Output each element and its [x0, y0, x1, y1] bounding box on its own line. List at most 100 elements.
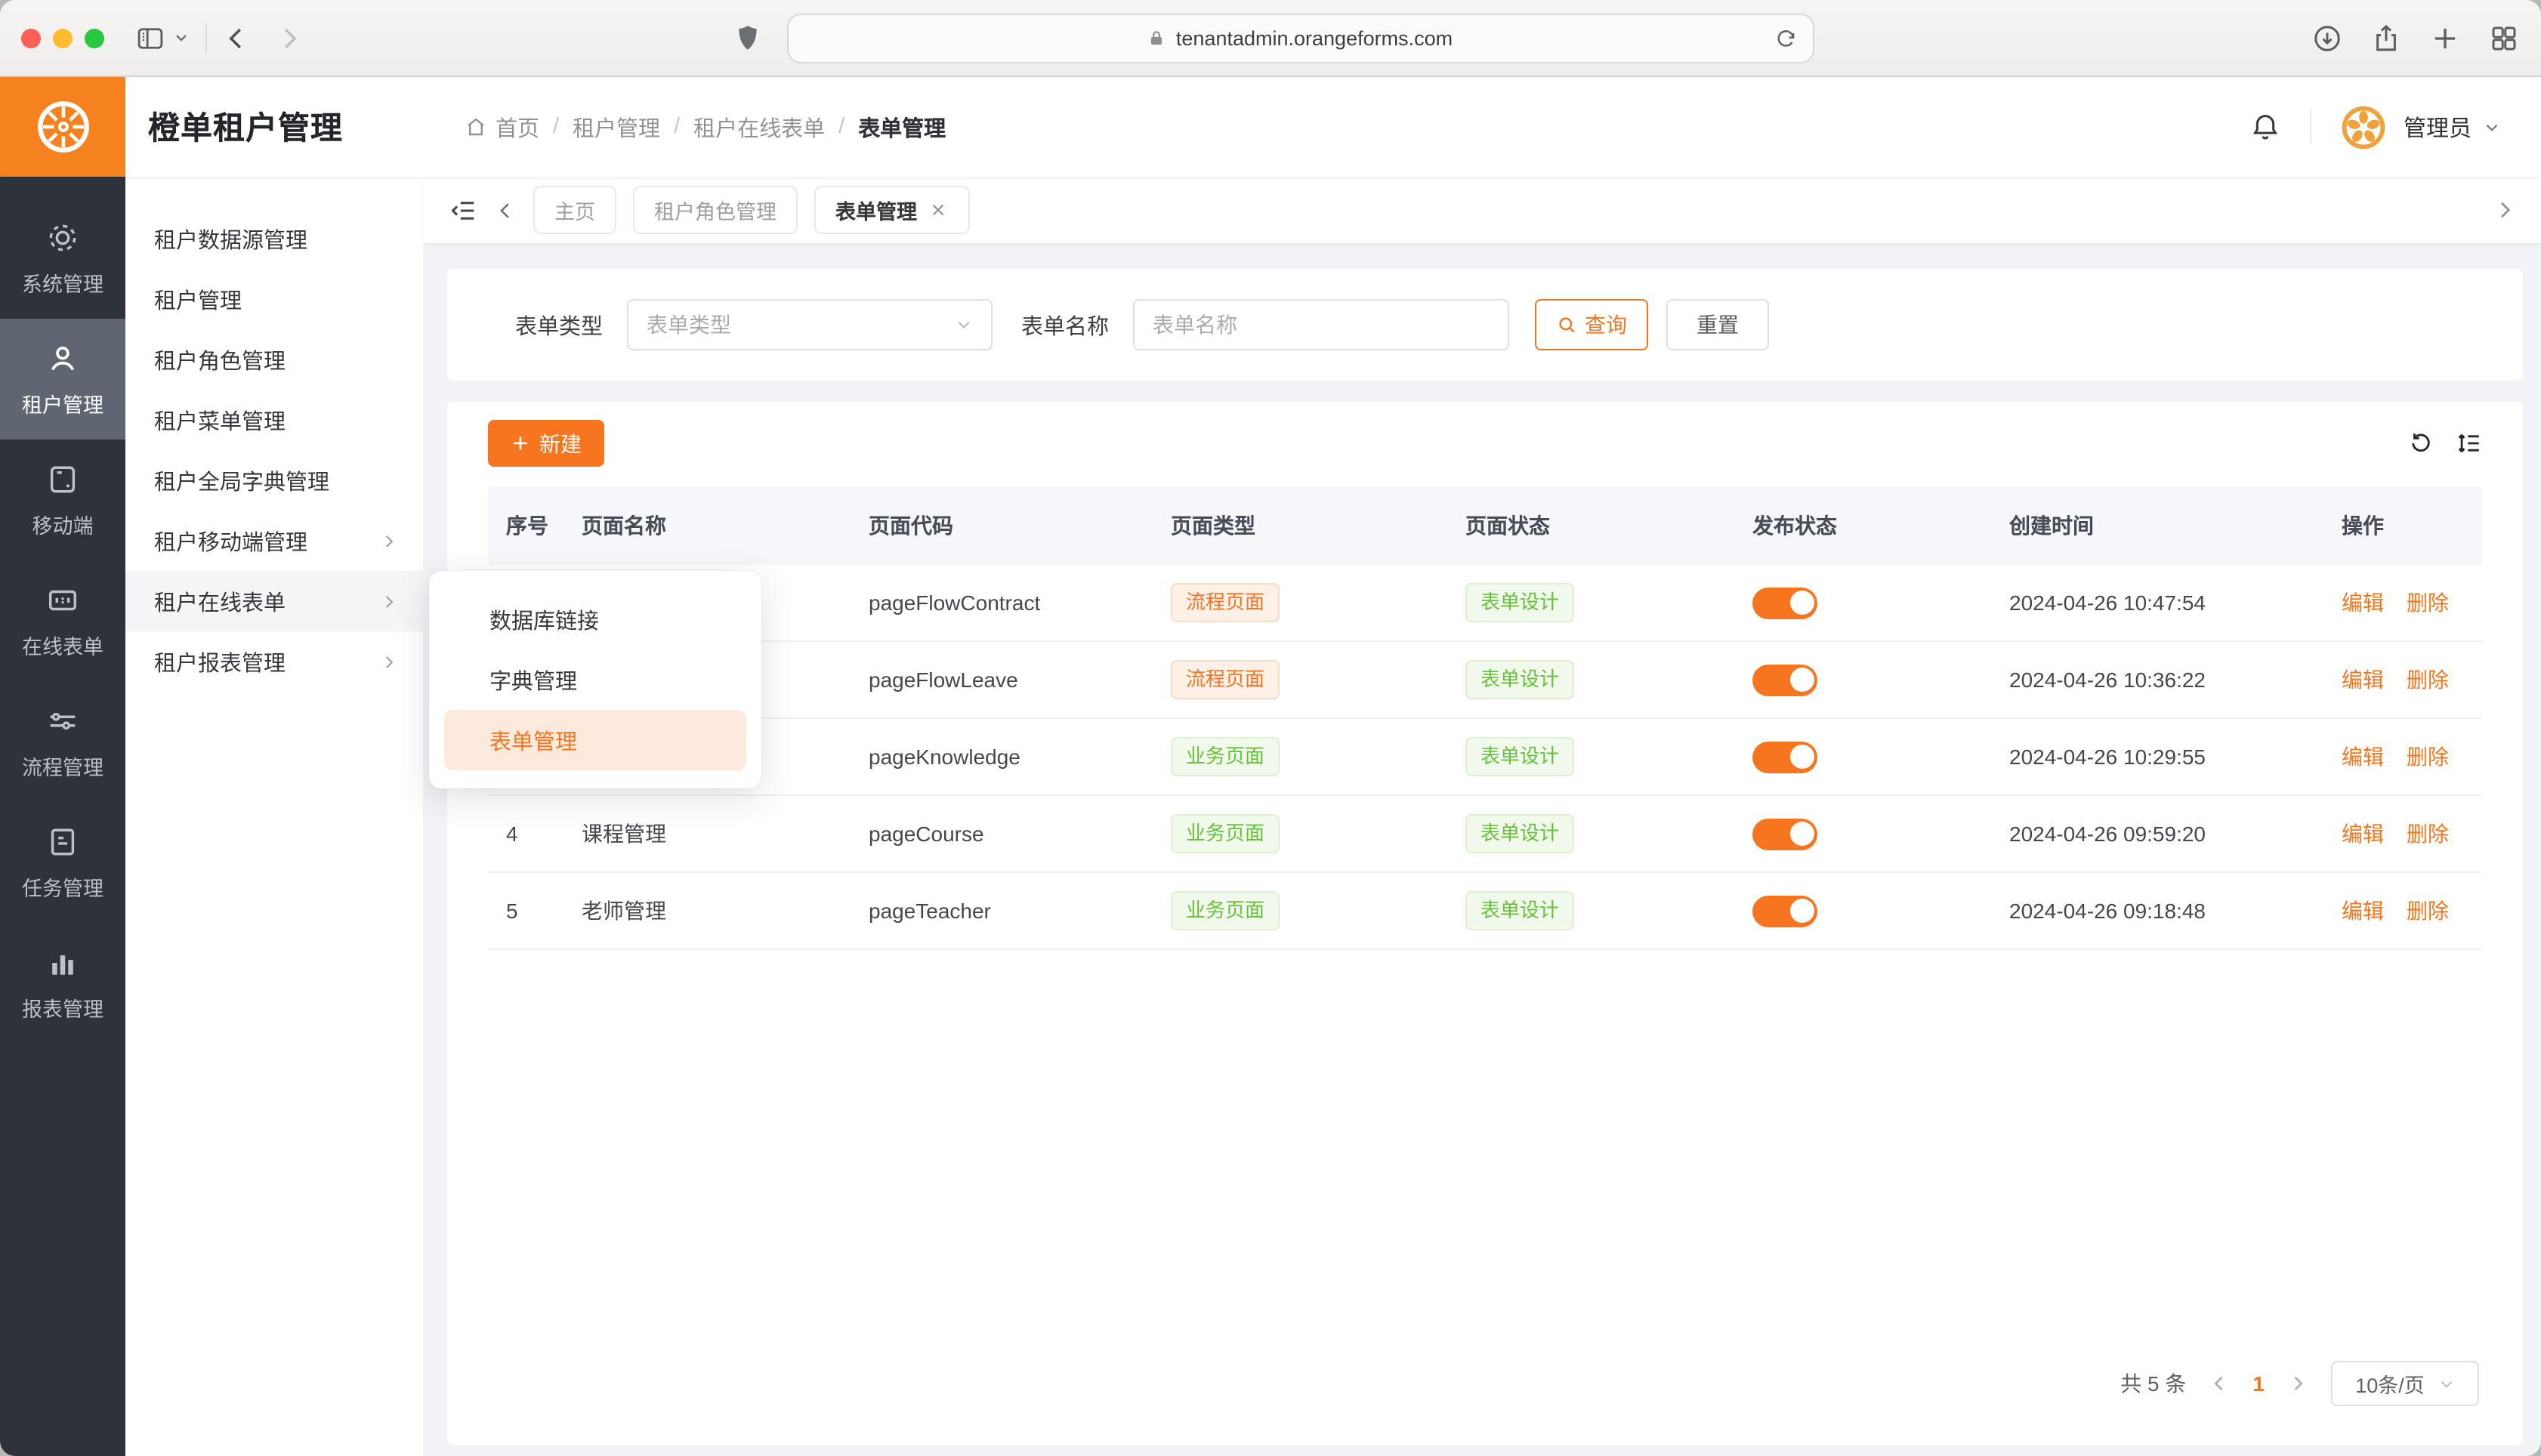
close-window-button[interactable] — [21, 28, 41, 48]
breadcrumb-item[interactable]: 租户管理 — [573, 111, 660, 143]
tabs-scroll-left-icon[interactable] — [494, 199, 517, 221]
user-name[interactable]: 管理员 — [2404, 111, 2472, 143]
search-button[interactable]: 查询 — [1535, 299, 1648, 350]
breadcrumb-item[interactable]: 租户在线表单 — [693, 111, 825, 143]
tabs-scroll-right-icon[interactable] — [2493, 198, 2517, 222]
forward-button[interactable] — [275, 23, 304, 52]
column-header: 页面代码 — [851, 486, 1153, 565]
browser-window: tenantadmin.orangeforms.com — [0, 0, 2541, 1456]
tab-overview-icon[interactable] — [2488, 22, 2520, 54]
rail-item-sliders[interactable]: 流程管理 — [0, 681, 125, 802]
tab[interactable]: 租户角色管理 — [633, 186, 798, 234]
edit-link[interactable]: 编辑 — [2342, 745, 2384, 769]
user-menu-chevron-icon[interactable] — [2482, 117, 2502, 137]
page-status-tag: 表单设计 — [1465, 891, 1574, 930]
table-row: pageFlowContract 流程页面 表单设计 2024-04-26 10… — [488, 565, 2482, 641]
column-header: 页面状态 — [1447, 486, 1734, 565]
edit-link[interactable]: 编辑 — [2342, 899, 2384, 923]
breadcrumb-item[interactable]: 首页 — [464, 111, 539, 143]
publish-toggle[interactable] — [1752, 664, 1817, 696]
rail-item-tasks[interactable]: 任务管理 — [0, 802, 125, 923]
delete-link[interactable]: 删除 — [2407, 822, 2449, 846]
cell-page-name: 老师管理 — [563, 872, 851, 949]
notifications-bell-icon[interactable] — [2249, 110, 2281, 143]
publish-toggle[interactable] — [1752, 818, 1817, 850]
tab[interactable]: 表单管理 — [814, 186, 970, 234]
downloads-icon[interactable] — [2311, 22, 2343, 54]
sidebar-item[interactable]: 租户报表管理 — [125, 631, 423, 692]
publish-toggle[interactable] — [1752, 895, 1817, 927]
plus-icon — [511, 433, 530, 453]
prev-page-icon[interactable] — [2209, 1373, 2230, 1394]
rail-item-onlineform[interactable]: 在线表单 — [0, 560, 125, 681]
flyout-item[interactable]: 表单管理 — [444, 710, 746, 770]
refresh-icon[interactable] — [2408, 430, 2434, 456]
delete-link[interactable]: 删除 — [2407, 591, 2449, 615]
tabs: 主页租户角色管理表单管理 — [533, 186, 970, 234]
sidebar-item[interactable]: 租户全局字典管理 — [125, 450, 423, 511]
main-content: 主页租户角色管理表单管理 表单类型 表单类型 表单名称 — [423, 177, 2541, 1456]
submenu-flyout: 数据库链接字典管理表单管理 — [429, 571, 761, 788]
current-page[interactable]: 1 — [2252, 1371, 2265, 1396]
collapse-menu-icon[interactable] — [449, 196, 477, 224]
page-body: 表单类型 表单类型 表单名称 查询 — [423, 245, 2541, 1456]
tab[interactable]: 主页 — [533, 186, 616, 234]
flyout-item[interactable]: 数据库链接 — [429, 589, 761, 649]
form-name-input[interactable] — [1133, 299, 1509, 350]
sidebar-item[interactable]: 租户角色管理 — [125, 329, 423, 390]
breadcrumb-separator: / — [838, 115, 844, 139]
publish-toggle[interactable] — [1752, 741, 1817, 773]
breadcrumb-item[interactable]: 表单管理 — [858, 111, 946, 143]
avatar[interactable] — [2340, 103, 2387, 150]
sidebar-item[interactable]: 租户菜单管理 — [125, 390, 423, 450]
reset-button[interactable]: 重置 — [1666, 299, 1769, 350]
mobile-icon — [45, 461, 80, 496]
delete-link[interactable]: 删除 — [2407, 668, 2449, 692]
rail-item-gear[interactable]: 系统管理 — [0, 198, 125, 319]
rail-item-label: 在线表单 — [22, 629, 103, 659]
next-page-icon[interactable] — [2287, 1373, 2308, 1394]
privacy-shield-icon[interactable] — [732, 21, 762, 54]
column-header: 创建时间 — [1991, 486, 2323, 565]
zoom-window-button[interactable] — [85, 28, 104, 48]
address-bar[interactable]: tenantadmin.orangeforms.com — [786, 14, 1814, 63]
delete-link[interactable]: 删除 — [2407, 745, 2449, 769]
flyout-item[interactable]: 字典管理 — [429, 649, 761, 710]
close-icon[interactable] — [928, 199, 949, 221]
breadcrumb: 首页/租户管理/租户在线表单/表单管理 — [464, 111, 946, 143]
sidebar-item-label: 租户在线表单 — [154, 585, 286, 617]
publish-toggle[interactable] — [1752, 587, 1817, 618]
rail-item-label: 任务管理 — [22, 871, 103, 901]
edit-link[interactable]: 编辑 — [2342, 591, 2384, 615]
sidebar-item[interactable]: 租户管理 — [125, 269, 423, 329]
sidebar-item[interactable]: 租户数据源管理 — [125, 208, 423, 269]
share-icon[interactable] — [2370, 22, 2402, 54]
new-tab-icon[interactable] — [2429, 22, 2461, 54]
edit-link[interactable]: 编辑 — [2342, 822, 2384, 846]
reload-icon[interactable] — [1773, 26, 1797, 50]
minimize-window-button[interactable] — [53, 28, 73, 48]
page-type-tag: 业务页面 — [1171, 891, 1280, 930]
chevron-down-icon[interactable] — [172, 29, 190, 47]
back-button[interactable] — [222, 23, 251, 52]
form-type-label: 表单类型 — [515, 309, 603, 341]
sidebar-toggle-icon[interactable] — [134, 22, 166, 54]
create-button[interactable]: 新建 — [488, 420, 604, 467]
chevron-right-icon — [379, 591, 399, 611]
form-type-select[interactable]: 表单类型 — [627, 299, 993, 350]
line-height-icon[interactable] — [2456, 430, 2482, 456]
table-panel: 新建 序号页面名称页面代码页面类型页面 — [447, 402, 2523, 1445]
rail-item-chart[interactable]: 报表管理 — [0, 923, 125, 1044]
form-name-label: 表单名称 — [1021, 309, 1109, 341]
sidebar-item-label: 租户菜单管理 — [154, 404, 286, 436]
sidebar-item[interactable]: 租户在线表单 — [125, 571, 423, 631]
url-text: tenantadmin.orangeforms.com — [1176, 27, 1453, 50]
rail-item-user[interactable]: 租户管理 — [0, 319, 125, 440]
sidebar-item[interactable]: 租户移动端管理 — [125, 511, 423, 571]
edit-link[interactable]: 编辑 — [2342, 668, 2384, 692]
page-status-tag: 表单设计 — [1465, 583, 1574, 622]
select-chevron-icon — [955, 316, 973, 334]
delete-link[interactable]: 删除 — [2407, 899, 2449, 923]
rail-item-mobile[interactable]: 移动端 — [0, 440, 125, 560]
page-size-select[interactable]: 10条/页 — [2331, 1361, 2479, 1406]
